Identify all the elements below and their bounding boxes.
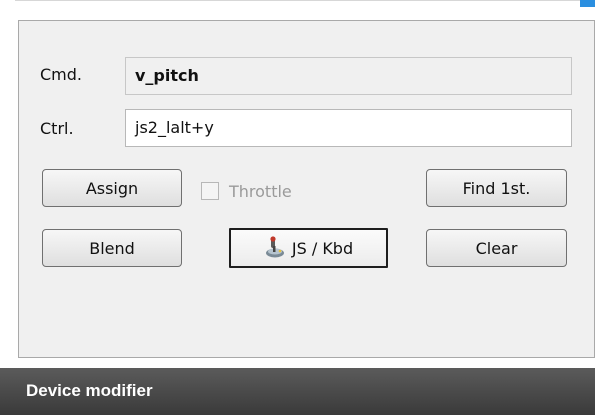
throttle-checkbox-box[interactable] — [201, 182, 219, 200]
assign-button[interactable]: Assign — [42, 169, 182, 207]
find-first-button-label: Find 1st. — [462, 178, 531, 198]
cmd-label: Cmd. — [40, 65, 82, 84]
find-first-button[interactable]: Find 1st. — [426, 169, 567, 207]
clear-button[interactable]: Clear — [426, 229, 567, 267]
ctrl-label: Ctrl. — [40, 119, 74, 138]
throttle-label: Throttle — [229, 181, 292, 201]
blend-button-label: Blend — [89, 238, 135, 258]
top-divider — [15, 0, 595, 1]
js-kbd-button[interactable]: JS / Kbd — [229, 228, 388, 268]
joystick-icon — [265, 236, 284, 258]
cmd-field: v_pitch — [125, 57, 572, 95]
top-accent-bar — [580, 0, 595, 7]
clear-button-label: Clear — [475, 238, 518, 258]
device-modifier-panel: Cmd. v_pitch Ctrl. js2_lalt+y Assign Thr… — [18, 20, 595, 358]
js-kbd-button-label: JS / Kbd — [291, 238, 354, 258]
footer-title: Device modifier — [26, 381, 153, 400]
blend-button[interactable]: Blend — [42, 229, 182, 267]
assign-button-label: Assign — [85, 178, 139, 198]
throttle-checkbox[interactable]: Throttle — [201, 179, 292, 203]
footer-bar: Device modifier — [0, 368, 595, 415]
ctrl-input[interactable]: js2_lalt+y — [125, 109, 572, 147]
